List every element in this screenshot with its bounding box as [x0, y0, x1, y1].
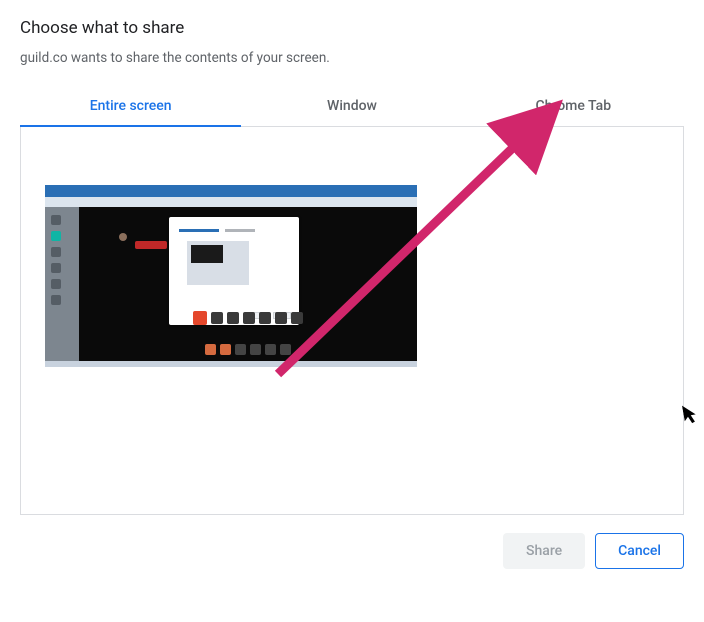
- side-icon: [51, 247, 61, 257]
- share-button[interactable]: Share: [503, 533, 585, 569]
- thumb-dock-icon: [205, 344, 216, 355]
- thumb-dock: [205, 344, 291, 355]
- thumb-sidebar-icons: [51, 215, 61, 311]
- thumb-dock-icon: [250, 344, 261, 355]
- dialog-title: Choose what to share: [20, 18, 684, 38]
- thumb-dock-icon: [235, 344, 246, 355]
- thumb-modal-tab-active: [179, 229, 219, 232]
- thumb-dock-icon: [220, 344, 231, 355]
- side-icon: [51, 279, 61, 289]
- thumb-titlebar: [45, 185, 417, 197]
- dialog-footer: Share Cancel: [0, 515, 704, 569]
- screen-thumbnail[interactable]: [45, 185, 417, 367]
- tab-entire-screen[interactable]: Entire screen: [20, 88, 241, 127]
- thumb-toolbar-icon: [211, 312, 223, 324]
- dialog-subtitle: guild.co wants to share the contents of …: [20, 50, 684, 66]
- thumb-toolbar-icon: [291, 312, 303, 324]
- side-icon: [51, 295, 61, 305]
- thumb-modal-preview-inner: [191, 245, 223, 263]
- thumb-call-toolbar: [193, 311, 303, 325]
- thumb-taskbar: [45, 361, 417, 367]
- thumb-toolbar-icon: [227, 312, 239, 324]
- thumb-tabbar: [45, 197, 417, 207]
- thumb-nested-dialog: [169, 217, 299, 325]
- thumb-record-indicator: [135, 241, 167, 249]
- thumb-toolbar-icon: [243, 312, 255, 324]
- thumb-main-area: [79, 207, 417, 361]
- thumb-avatar-icon: [119, 233, 127, 241]
- thumb-toolbar-icon: [275, 312, 287, 324]
- side-icon: [51, 263, 61, 273]
- tab-window[interactable]: Window: [241, 88, 462, 127]
- side-icon: [51, 215, 61, 225]
- share-content-area: [20, 127, 684, 515]
- share-dialog: Choose what to share guild.co wants to s…: [0, 0, 704, 515]
- share-tabs: Entire screen Window Chrome Tab: [20, 88, 684, 127]
- thumb-end-call-icon: [193, 311, 207, 325]
- thumb-dock-icon: [265, 344, 276, 355]
- thumb-dock-icon: [280, 344, 291, 355]
- thumb-toolbar-icon: [259, 312, 271, 324]
- side-icon: [51, 231, 61, 241]
- thumb-modal-tab: [225, 229, 255, 232]
- tab-chrome-tab[interactable]: Chrome Tab: [463, 88, 684, 127]
- cancel-button[interactable]: Cancel: [595, 533, 684, 569]
